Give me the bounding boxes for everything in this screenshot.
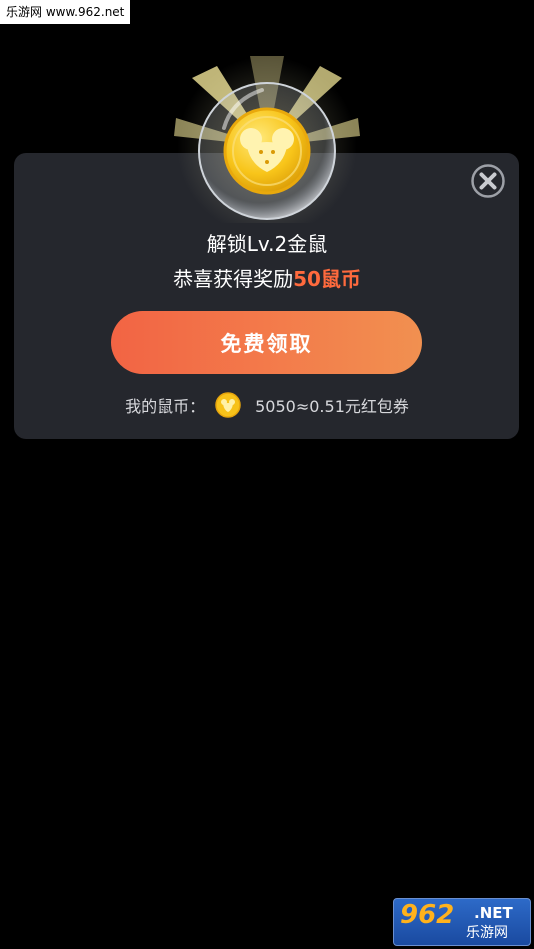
site-watermark-logo: 962 .NET 乐游网: [393, 898, 531, 946]
reward-prefix: 恭喜获得奖励: [173, 267, 294, 291]
balance-row: 我的鼠币： 5050≈0.51元红包券: [0, 391, 534, 419]
reward-amount: 50: [293, 267, 321, 291]
close-button[interactable]: [471, 164, 505, 198]
mouse-coin-icon: [215, 392, 241, 418]
reward-message: 恭喜获得奖励50鼠币: [0, 264, 534, 294]
reward-unit: 鼠币: [320, 267, 361, 291]
dialog-title: 解锁Lv.2金鼠: [206, 232, 328, 256]
page: 乐游网 www.962.net 解锁Lv.2金鼠 恭喜获得奖励50鼠币 免费领取…: [0, 0, 534, 949]
gold-mouse-coin-icon: [162, 48, 372, 236]
close-icon: [471, 164, 505, 198]
watermark-logo-cn: 乐游网: [466, 925, 508, 941]
balance-value: 5050≈0.51元红包券: [255, 397, 409, 416]
watermark-logo-net: .NET: [474, 904, 513, 922]
watermark-top: 乐游网 www.962.net: [0, 0, 131, 24]
balance-label: 我的鼠币：: [125, 397, 206, 416]
watermark-logo-number: 962: [400, 900, 455, 930]
free-claim-button[interactable]: 免费领取: [111, 311, 422, 374]
